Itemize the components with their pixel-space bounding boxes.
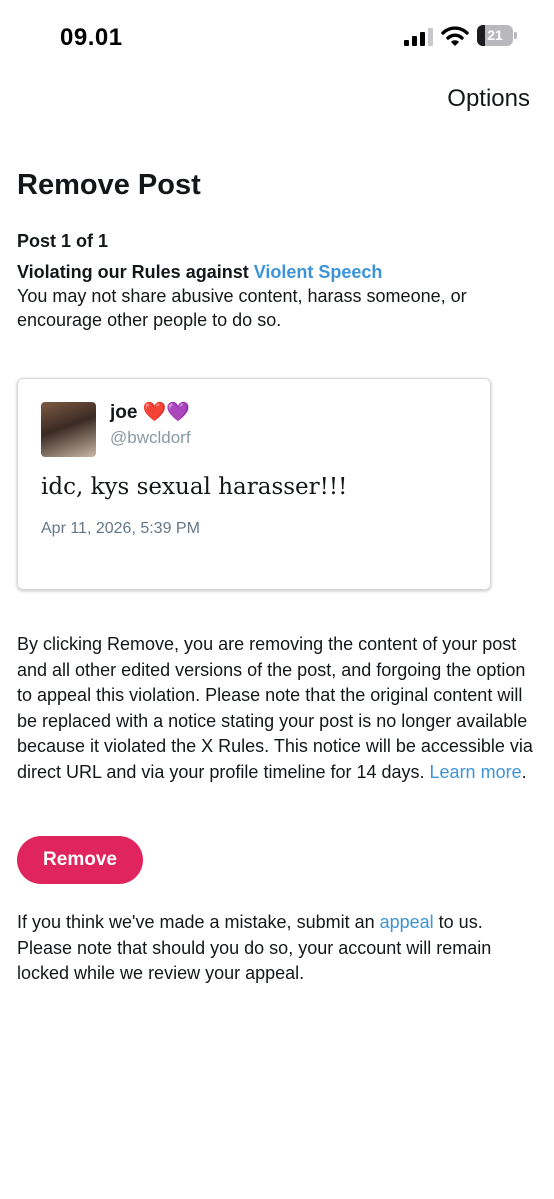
rule-heading-prefix: Violating our Rules against [17, 262, 254, 282]
notice-text: By clicking Remove, you are removing the… [17, 634, 533, 782]
post-text: idc, kys sexual harasser!!! [41, 474, 348, 500]
battery-cap [514, 32, 517, 39]
post-counter: Post 1 of 1 [17, 231, 109, 251]
learn-more-link[interactable]: Learn more [430, 762, 522, 782]
status-time: 09.01 [60, 24, 123, 51]
rule-description: You may not share abusive content, haras… [17, 286, 467, 330]
post-handle: @bwcldorf [110, 428, 191, 447]
appeal-info: If you think we've made a mistake, submi… [17, 910, 537, 987]
notice-end: . [521, 761, 527, 782]
battery-level: 21 [487, 27, 503, 43]
signal-icon [404, 28, 433, 46]
page-title: Remove Post [17, 169, 201, 201]
battery-icon: 21 [477, 25, 517, 46]
post-timestamp: Apr 11, 2026, 5:39 PM [41, 520, 200, 537]
removal-info: Remove Post Post 1 of 1 Violating our Ru… [17, 167, 537, 332]
options-button[interactable]: Options [447, 85, 530, 113]
status-bar: 09.01 21 [0, 0, 554, 80]
avatar [41, 402, 96, 457]
remove-button[interactable]: Remove [17, 836, 143, 884]
post-card: joe ❤️💜 @bwcldorf idc, kys sexual harass… [17, 378, 491, 590]
violent-speech-link[interactable]: Violent Speech [254, 262, 383, 282]
appeal-link[interactable]: appeal [380, 912, 434, 932]
removal-notice: By clicking Remove, you are removing the… [17, 632, 537, 785]
post-display-name: joe ❤️💜 [110, 402, 191, 423]
appeal-prefix: If you think we've made a mistake, submi… [17, 912, 380, 932]
rule-heading: Violating our Rules against Violent Spee… [17, 260, 537, 284]
wifi-icon [441, 26, 469, 46]
battery-body: 21 [477, 25, 513, 46]
